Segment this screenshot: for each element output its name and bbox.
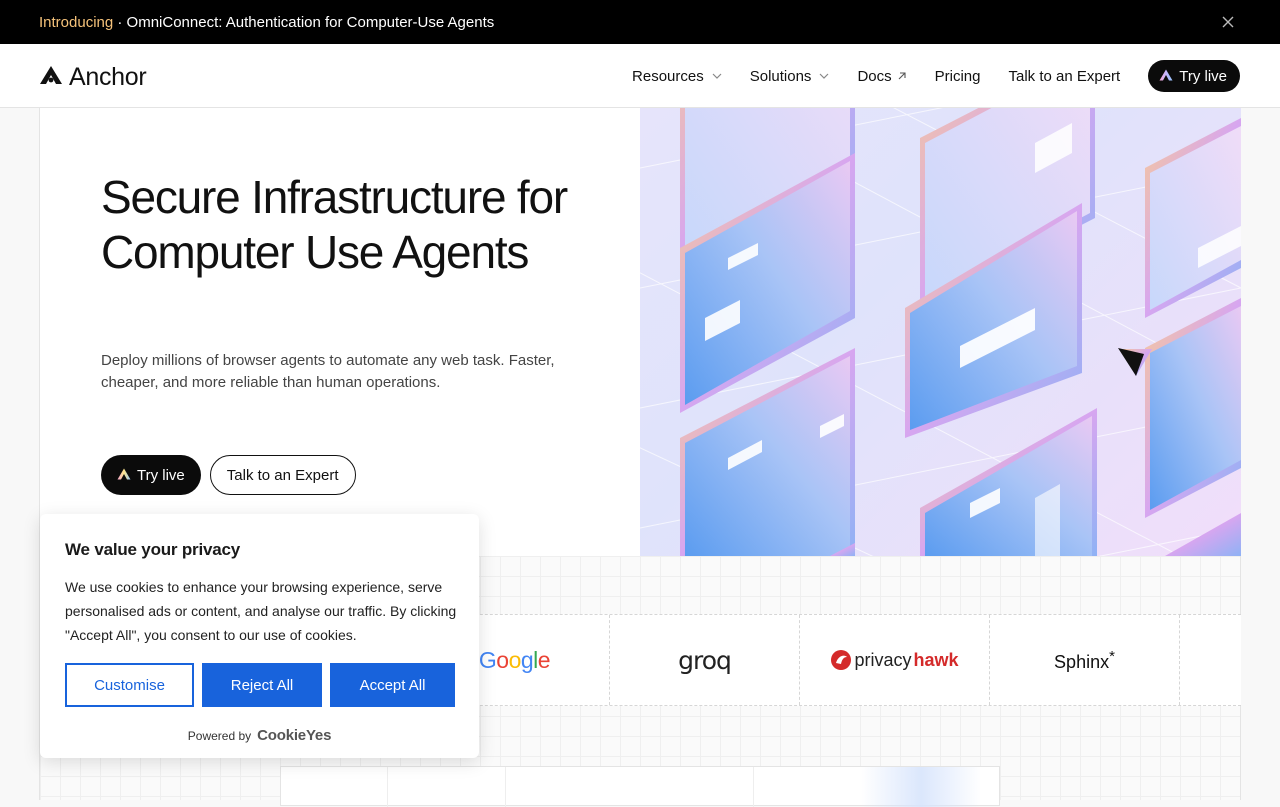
hero-talk-to-expert-button[interactable]: Talk to an Expert — [209, 455, 356, 495]
announcement-bar: Introducing · OmniConnect: Authenticatio… — [0, 0, 1280, 44]
panel-glow — [861, 767, 981, 807]
close-icon[interactable] — [1220, 14, 1236, 30]
hero-try-live-label: Try live — [137, 466, 185, 484]
chevron-down-icon — [820, 73, 829, 79]
logo-groq: groq — [610, 615, 800, 705]
browser-windows-illustration — [640, 108, 1241, 556]
cookie-title: We value your privacy — [65, 540, 241, 559]
product-preview-panel — [280, 766, 1000, 807]
google-logo: Google — [478, 646, 551, 674]
nav-talk-to-expert[interactable]: Talk to an Expert — [1008, 68, 1120, 85]
cookie-powered-by: Powered by CookieYes — [40, 727, 479, 744]
nav-resources-label: Resources — [632, 67, 704, 85]
sphinx-mark: * — [1109, 647, 1115, 665]
groq-logo: groq — [678, 645, 732, 675]
cookie-body: We use cookies to enhance your browsing … — [65, 579, 457, 643]
announcement-message: · OmniConnect: Authentication for Comput… — [113, 13, 495, 31]
privacyhawk-word-a: privacy — [854, 649, 912, 670]
nav-solutions[interactable]: Solutions — [750, 68, 830, 85]
nav-solutions-label: Solutions — [749, 67, 812, 85]
panel-divider — [387, 767, 388, 807]
privacyhawk-word-b: hawk — [913, 649, 959, 670]
hawk-icon — [831, 650, 852, 670]
brand-name: Anchor — [69, 63, 147, 91]
panel-divider — [505, 767, 506, 807]
customer-logos-strip: Google groq privacy hawk Sphinx* — [420, 614, 1241, 706]
announcement-highlight: Introducing — [39, 13, 114, 31]
sphinx-logo: Sphinx* — [1054, 648, 1115, 673]
accept-all-button[interactable]: Accept All — [330, 663, 455, 707]
hero-talk-label: Talk to an Expert — [226, 466, 339, 484]
hero-title: Secure Infrastructure for Computer Use A… — [101, 171, 568, 278]
nav-pricing-label: Pricing — [934, 67, 981, 85]
hero-try-live-button[interactable]: Try live — [101, 455, 201, 495]
sphinx-word: Sphinx — [1054, 651, 1110, 672]
reject-all-button[interactable]: Reject All — [202, 663, 322, 707]
hero-subtitle: Deploy millions of browser agents to aut… — [101, 352, 555, 391]
nav-resources[interactable]: Resources — [632, 68, 722, 85]
hero-cta-group: Try live Talk to an Expert — [101, 455, 356, 495]
chevron-down-icon — [712, 73, 722, 79]
powered-by-label: Powered by — [187, 728, 252, 743]
logo-privacyhawk: privacy hawk — [800, 615, 990, 705]
nav-try-live-button[interactable]: Try live — [1148, 60, 1240, 92]
hero-section: Secure Infrastructure for Computer Use A… — [39, 108, 640, 556]
privacyhawk-logo: privacy hawk — [830, 649, 959, 671]
top-navigation: Anchor Resources Solutions Docs Pricing … — [0, 44, 1280, 108]
google-letter: o — [496, 646, 509, 673]
customise-button[interactable]: Customise — [65, 663, 194, 707]
google-letter: o — [508, 646, 522, 673]
panel-divider — [753, 767, 754, 807]
anchor-logo-icon — [39, 63, 63, 92]
nav-try-live-label: Try live — [1179, 67, 1227, 85]
announcement-text[interactable]: Introducing · OmniConnect: Authenticatio… — [39, 14, 494, 31]
google-letter: G — [478, 646, 497, 673]
google-letter: e — [537, 646, 551, 673]
anchor-gradient-icon — [1159, 68, 1173, 85]
nav-menu: Resources Solutions Docs Pricing Talk to… — [632, 60, 1240, 92]
cookieyes-logo[interactable]: CookieYes — [257, 727, 331, 744]
logo-sphinx: Sphinx* — [990, 615, 1180, 705]
nav-docs[interactable]: Docs — [857, 68, 906, 85]
nav-docs-label: Docs — [857, 67, 892, 85]
nav-talk-label: Talk to an Expert — [1008, 67, 1121, 85]
google-letter: g — [520, 646, 534, 673]
cookie-consent-banner: We value your privacy We use cookies to … — [40, 514, 479, 758]
external-link-icon — [898, 72, 906, 80]
cookie-buttons: Customise Reject All Accept All — [65, 663, 455, 707]
anchor-gradient-icon — [117, 467, 131, 484]
hero-illustration — [640, 108, 1241, 556]
logo-cell-partial — [1180, 615, 1241, 705]
brand-logo[interactable]: Anchor — [39, 63, 147, 92]
nav-pricing[interactable]: Pricing — [935, 68, 981, 85]
